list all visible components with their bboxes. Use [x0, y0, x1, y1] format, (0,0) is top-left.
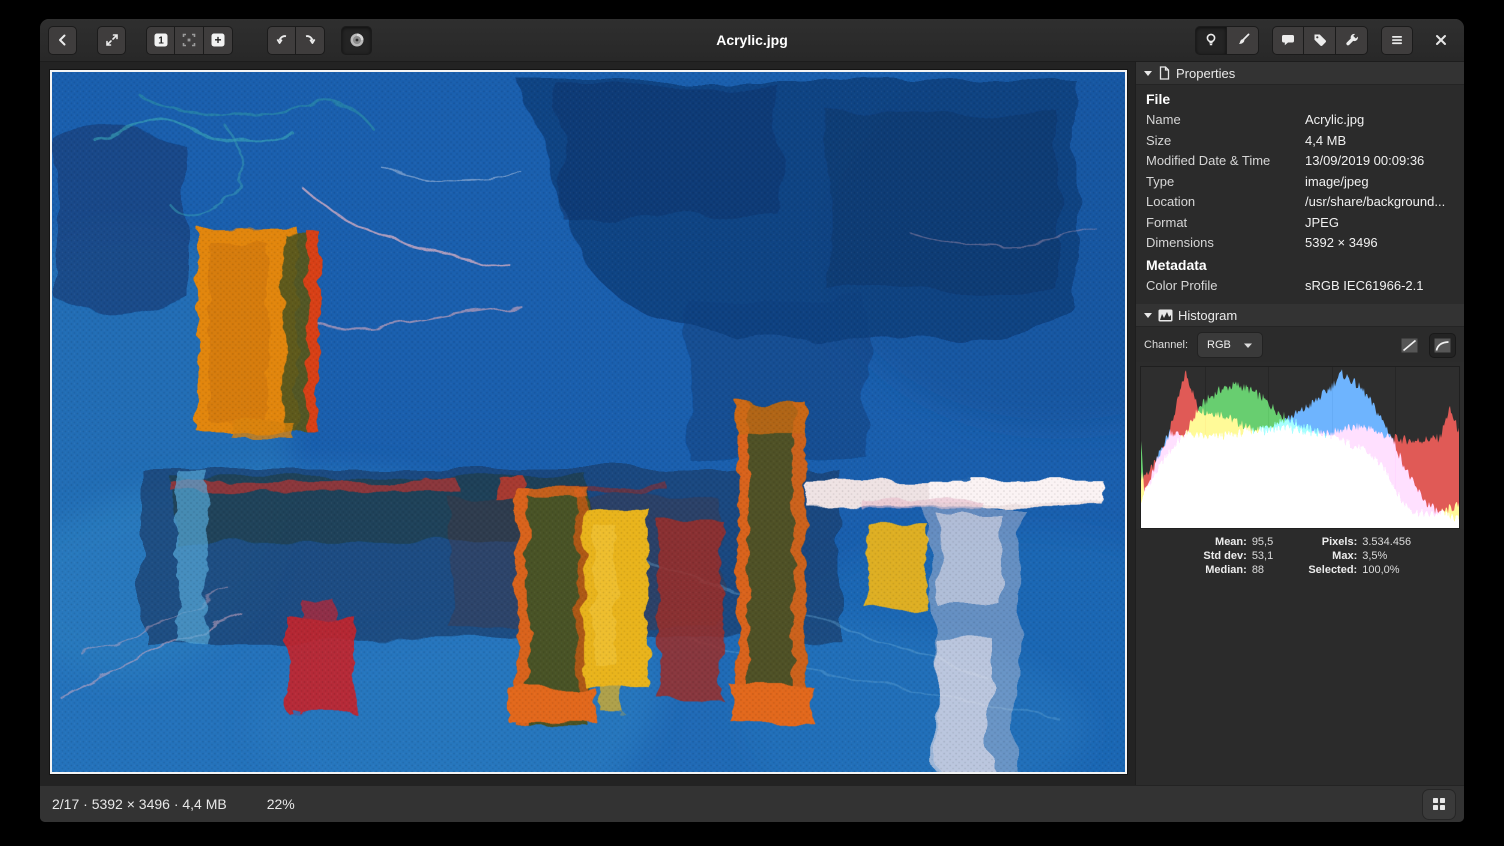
- zoom-in-icon: +: [210, 32, 226, 48]
- expander-triangle-icon[interactable]: [1143, 310, 1153, 320]
- properties-section-header[interactable]: Properties: [1136, 62, 1464, 85]
- image-viewer-area[interactable]: [40, 62, 1135, 785]
- tag-icon: [1312, 32, 1328, 48]
- properties-sidebar: Properties File NameAcrylic.jpg Size4,4 …: [1135, 62, 1464, 785]
- wrench-icon: [1344, 32, 1360, 48]
- tools-button[interactable]: [1336, 26, 1368, 55]
- status-zoom-level: 22%: [267, 796, 295, 812]
- properties-toggle-button[interactable]: [1195, 26, 1227, 55]
- hamburger-menu-icon: [1389, 32, 1405, 48]
- stat-median: Median:88: [1189, 564, 1273, 576]
- fit-to-window-icon: [181, 32, 197, 48]
- status-position-info: 2/17 · 5392 × 3496 · 4,4 MB: [52, 796, 227, 812]
- log-scale-icon: [1434, 338, 1451, 353]
- histogram-canvas: [1141, 367, 1459, 528]
- fullscreen-button[interactable]: [97, 26, 126, 55]
- tags-button[interactable]: [1304, 26, 1336, 55]
- rotate-right-icon: [302, 32, 318, 48]
- close-x-icon: [1434, 33, 1448, 47]
- displayed-image[interactable]: [50, 70, 1127, 774]
- histogram-section-header[interactable]: Histogram: [1136, 304, 1464, 327]
- linear-scale-button[interactable]: [1396, 333, 1423, 358]
- stat-mean: Mean:95,5: [1189, 536, 1273, 548]
- rotate-button-group: [267, 26, 325, 55]
- file-section-title: File: [1146, 88, 1454, 110]
- chevron-left-icon: [55, 32, 71, 48]
- property-row: Modified Date & Time13/09/2019 00:09:36: [1146, 151, 1454, 172]
- property-row: FormatJPEG: [1146, 213, 1454, 234]
- edit-toggle-button[interactable]: [1227, 26, 1259, 55]
- thumbnail-grid-button[interactable]: [1422, 789, 1456, 820]
- property-row: Dimensions5392 × 3496: [1146, 233, 1454, 254]
- channel-label: Channel:: [1144, 339, 1188, 351]
- zoom-actual-size-button[interactable]: 1: [146, 26, 175, 55]
- app-window: 1 + Acrylic.jpg: [40, 19, 1464, 822]
- histogram-chart: [1140, 366, 1460, 529]
- histogram-header-label: Histogram: [1178, 308, 1237, 323]
- property-row: Color ProfilesRGB IEC61966-2.1: [1146, 276, 1454, 297]
- comment-bubble-icon: [1280, 32, 1296, 48]
- zoom-in-button[interactable]: +: [204, 26, 233, 55]
- channel-dropdown-value: RGB: [1207, 339, 1231, 351]
- histogram-stats: Mean:95,5 Std dev:53,1 Median:88 Pixels:…: [1136, 529, 1464, 585]
- zoom-button-group: 1 +: [146, 26, 233, 55]
- headerbar-right: [1195, 26, 1456, 55]
- stat-selected: Selected:100,0%: [1295, 564, 1411, 576]
- headerbar: 1 + Acrylic.jpg: [40, 19, 1464, 62]
- expander-triangle-icon[interactable]: [1143, 68, 1153, 78]
- channel-row: Channel: RGB: [1136, 327, 1464, 362]
- property-row: Location/usr/share/background...: [1146, 192, 1454, 213]
- rotate-left-button[interactable]: [267, 26, 296, 55]
- color-adjust-button[interactable]: [341, 26, 372, 55]
- painting-image: [52, 72, 1125, 772]
- property-row: NameAcrylic.jpg: [1146, 110, 1454, 131]
- stat-pixels: Pixels:3.534.456: [1295, 536, 1411, 548]
- scale-buttons: [1396, 333, 1456, 358]
- stat-max: Max:3,5%: [1295, 550, 1411, 562]
- rotate-left-icon: [274, 32, 290, 48]
- actual-size-icon: 1: [153, 32, 169, 48]
- lightbulb-icon: [1203, 32, 1219, 48]
- properties-header-label: Properties: [1176, 66, 1235, 81]
- file-properties: File NameAcrylic.jpg Size4,4 MB Modified…: [1136, 85, 1464, 304]
- panel-toggle-group: [1195, 26, 1259, 55]
- log-scale-button[interactable]: [1429, 333, 1456, 358]
- expand-diagonal-icon: [104, 32, 120, 48]
- zoom-fit-button[interactable]: [175, 26, 204, 55]
- chevron-down-icon: [1243, 342, 1253, 349]
- window-title: Acrylic.jpg: [716, 32, 788, 48]
- property-row: Typeimage/jpeg: [1146, 172, 1454, 193]
- rotate-right-button[interactable]: [296, 26, 325, 55]
- color-disc-icon: [348, 31, 366, 49]
- grid-icon: [1432, 797, 1446, 811]
- document-icon: [1158, 66, 1171, 80]
- linear-scale-icon: [1401, 338, 1418, 353]
- statusbar: 2/17 · 5392 × 3496 · 4,4 MB 22%: [40, 785, 1464, 822]
- histogram-icon: [1158, 309, 1173, 322]
- paintbrush-icon: [1235, 32, 1251, 48]
- close-window-button[interactable]: [1426, 26, 1456, 55]
- svg-text:1: 1: [158, 36, 164, 47]
- menu-button[interactable]: [1381, 26, 1413, 55]
- comment-button[interactable]: [1272, 26, 1304, 55]
- stat-stddev: Std dev:53,1: [1189, 550, 1273, 562]
- annotation-button-group: [1272, 26, 1368, 55]
- svg-text:+: +: [214, 33, 221, 47]
- property-row: Size4,4 MB: [1146, 131, 1454, 152]
- back-button[interactable]: [48, 26, 77, 55]
- metadata-section-title: Metadata: [1146, 254, 1454, 276]
- channel-dropdown[interactable]: RGB: [1197, 332, 1263, 358]
